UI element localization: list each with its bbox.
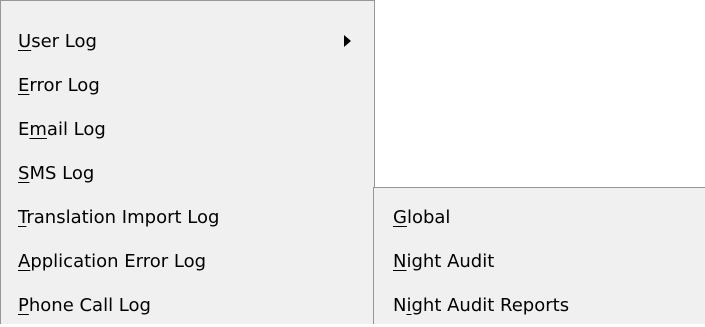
menu-item-sms-log[interactable]: SMS Log <box>1 151 374 195</box>
submenu-item-global[interactable]: Global <box>374 195 705 239</box>
night-audit-submenu: Global Night Audit Night Audit Reports <box>373 187 705 324</box>
menu-item-user-log[interactable]: User Log <box>1 19 374 63</box>
submenu-item-night-audit-reports[interactable]: Night Audit Reports <box>374 283 705 327</box>
menu-item-label: Application Error Log <box>18 250 207 272</box>
submenu-arrow-icon <box>344 35 351 47</box>
submenu-item-night-audit[interactable]: Night Audit <box>374 239 705 283</box>
menu-item-email-log[interactable]: Email Log <box>1 107 374 151</box>
menu-item-label: Phone Call Log <box>18 294 151 316</box>
menu-item-label: SMS Log <box>18 162 95 184</box>
log-menu: User Log Error Log Email Log SMS Log Tra… <box>0 0 375 324</box>
menu-item-error-log[interactable]: Error Log <box>1 63 374 107</box>
menu-item-application-error-log[interactable]: Application Error Log <box>1 239 374 283</box>
menu-item-translation-import-log[interactable]: Translation Import Log <box>1 195 374 239</box>
menu-item-label: Night Audit Reports <box>393 294 570 316</box>
menu-item-label: Error Log <box>18 74 100 96</box>
menu-item-label: Global <box>393 206 451 228</box>
menu-item-label: User Log <box>18 30 97 52</box>
menu-item-phone-call-log[interactable]: Phone Call Log <box>1 283 374 327</box>
menu-item-label: Email Log <box>18 118 106 140</box>
menu-item-label: Translation Import Log <box>18 206 220 228</box>
menu-item-label: Night Audit <box>393 250 495 272</box>
